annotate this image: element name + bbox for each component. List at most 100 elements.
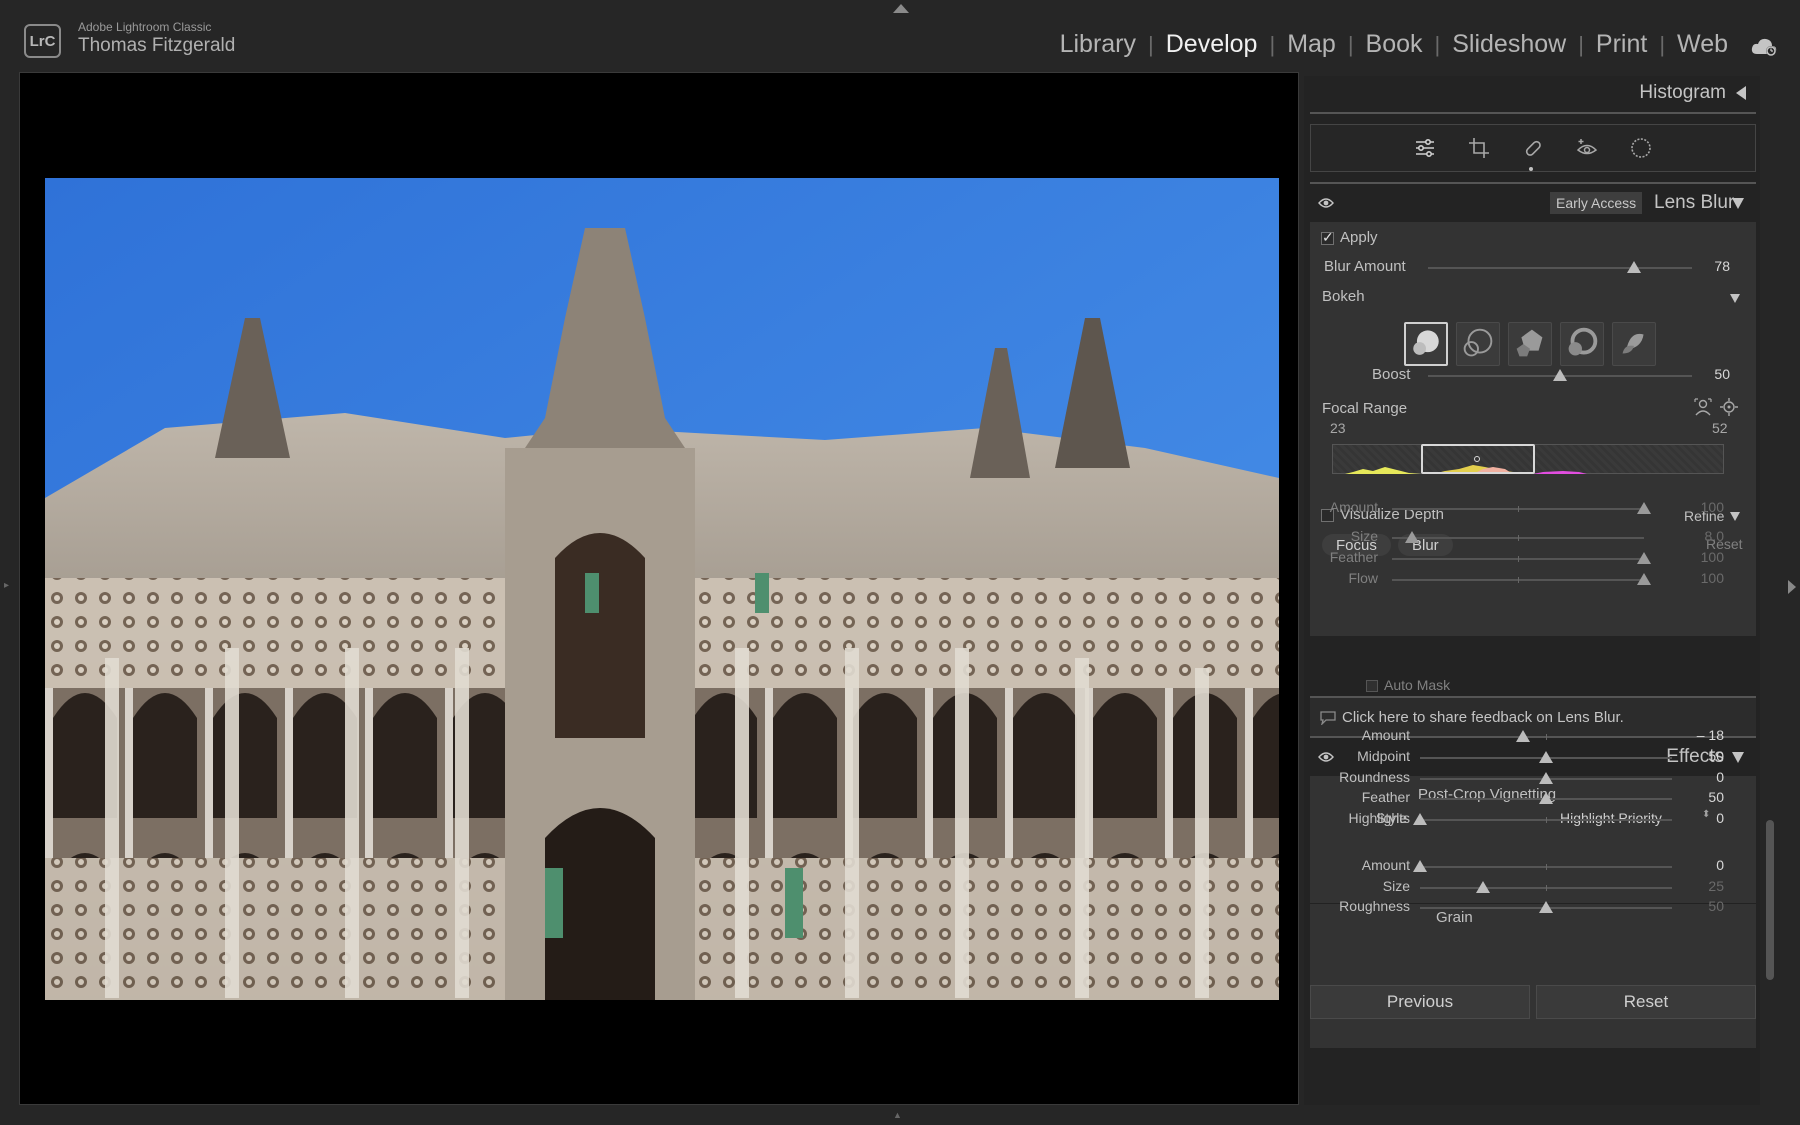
module-slideshow[interactable]: Slideshow xyxy=(1452,30,1566,59)
refine-collapse-icon[interactable] xyxy=(1730,512,1740,521)
slider-value[interactable]: 100 xyxy=(1674,570,1724,586)
slider-track[interactable] xyxy=(1420,881,1672,893)
slider-label: Roundness xyxy=(1339,769,1410,785)
slider-track[interactable] xyxy=(1392,531,1644,543)
slider-track[interactable] xyxy=(1392,552,1651,564)
slider-thumb[interactable] xyxy=(1637,573,1651,585)
lens-blur-collapse-icon[interactable] xyxy=(1732,198,1744,209)
slider-value[interactable]: 25 xyxy=(1674,878,1724,894)
early-access-badge: Early Access xyxy=(1550,192,1643,214)
reset-button[interactable]: Reset xyxy=(1536,985,1756,1019)
blur-amount-slider[interactable] xyxy=(1428,261,1692,273)
focal-range-min: 23 xyxy=(1330,420,1346,436)
slider-value[interactable]: 100 xyxy=(1674,549,1724,565)
slider-value[interactable]: 8.0 xyxy=(1674,528,1724,544)
slider-thumb[interactable] xyxy=(1637,552,1651,564)
grain-title: Grain xyxy=(1436,909,1473,926)
photo-preview[interactable] xyxy=(45,178,1279,1000)
bokeh-cat-eye-button[interactable] xyxy=(1612,322,1656,366)
subject-select-icon[interactable] xyxy=(1694,398,1712,416)
blur-amount-value[interactable]: 78 xyxy=(1680,258,1730,274)
cloud-sync-icon[interactable] xyxy=(1750,36,1778,58)
healing-bandage-icon[interactable] xyxy=(1522,137,1544,159)
slider-label: Amount xyxy=(1361,857,1410,873)
slider-track[interactable] xyxy=(1392,502,1651,514)
expand-right-panel-icon[interactable] xyxy=(1788,580,1796,594)
edit-sliders-icon[interactable] xyxy=(1414,137,1436,159)
slider-value[interactable]: 50 xyxy=(1674,748,1724,764)
slider-thumb[interactable] xyxy=(1539,751,1553,763)
auto-mask-checkbox[interactable] xyxy=(1366,680,1378,692)
blur-amount-thumb[interactable] xyxy=(1626,261,1641,273)
boost-value[interactable]: 50 xyxy=(1680,366,1730,382)
user-name[interactable]: Thomas Fitzgerald xyxy=(78,35,235,57)
previous-button[interactable]: Previous xyxy=(1310,985,1530,1019)
slider-thumb[interactable] xyxy=(1539,792,1553,804)
slider-value[interactable]: – 18 xyxy=(1674,727,1724,743)
depth-histogram[interactable] xyxy=(1332,444,1724,474)
boost-slider[interactable] xyxy=(1428,369,1692,381)
style-dropdown[interactable]: Highlight Priority xyxy=(1560,810,1662,826)
lens-blur-header[interactable]: Early Access Lens Blur xyxy=(1308,186,1760,220)
panel-scrollbar[interactable] xyxy=(1766,820,1774,980)
module-separator: | xyxy=(1434,31,1441,57)
red-eye-icon[interactable] xyxy=(1576,137,1598,159)
slider-thumb[interactable] xyxy=(1637,502,1651,514)
slider-center-tick xyxy=(1518,506,1519,512)
slider-thumb[interactable] xyxy=(1539,901,1553,913)
feedback-link[interactable]: Click here to share feedback on Lens Blu… xyxy=(1342,709,1624,726)
slider-track[interactable] xyxy=(1413,860,1672,872)
focal-range-center-handle[interactable] xyxy=(1474,456,1480,462)
develop-tool-strip xyxy=(1310,124,1756,172)
slider-value[interactable]: 0 xyxy=(1674,810,1724,826)
slider-track[interactable] xyxy=(1420,772,1672,784)
point-select-icon[interactable] xyxy=(1720,398,1738,416)
slider-track[interactable] xyxy=(1420,730,1672,742)
module-book[interactable]: Book xyxy=(1366,30,1423,59)
active-tool-indicator xyxy=(1529,167,1533,171)
bokeh-ring-button[interactable] xyxy=(1560,322,1604,366)
crop-icon[interactable] xyxy=(1468,137,1490,159)
image-viewer[interactable] xyxy=(19,72,1299,1105)
slider-thumb[interactable] xyxy=(1405,531,1420,543)
masking-icon[interactable] xyxy=(1630,137,1652,159)
slider-thumb[interactable] xyxy=(1413,813,1427,825)
histogram-collapse-icon[interactable] xyxy=(1736,86,1746,100)
filmstrip-toggle-icon[interactable]: ▲ xyxy=(893,1110,902,1120)
bokeh-circle-button[interactable] xyxy=(1404,322,1448,366)
slider-value[interactable]: 50 xyxy=(1674,789,1724,805)
slider-track[interactable] xyxy=(1420,901,1672,913)
module-map[interactable]: Map xyxy=(1287,30,1336,59)
slider-center-tick xyxy=(1546,817,1547,823)
slider-value[interactable]: 0 xyxy=(1674,769,1724,785)
apply-checkbox[interactable] xyxy=(1321,229,1334,246)
module-web[interactable]: Web xyxy=(1677,30,1728,59)
module-library[interactable]: Library xyxy=(1060,30,1136,59)
speech-bubble-icon xyxy=(1320,711,1336,725)
slider-thumb[interactable] xyxy=(1539,772,1553,784)
bokeh-5-blade-button[interactable] xyxy=(1508,322,1552,366)
bokeh-collapse-icon[interactable] xyxy=(1730,294,1740,303)
collapse-top-panel-icon[interactable] xyxy=(893,4,909,13)
slider-value[interactable]: 0 xyxy=(1674,857,1724,873)
slider-label: Roughness xyxy=(1339,898,1410,914)
effects-collapse-icon[interactable] xyxy=(1732,752,1744,763)
slider-track[interactable] xyxy=(1420,792,1672,804)
boost-thumb[interactable] xyxy=(1553,369,1567,381)
slider-track[interactable] xyxy=(1413,813,1672,825)
slider-track[interactable] xyxy=(1420,751,1672,763)
slider-thumb[interactable] xyxy=(1413,860,1427,872)
bokeh-bubble-button[interactable] xyxy=(1456,322,1500,366)
slider-track[interactable] xyxy=(1392,573,1651,585)
module-print[interactable]: Print xyxy=(1596,30,1647,59)
slider-thumb[interactable] xyxy=(1516,730,1531,742)
expand-left-panel-icon[interactable]: ▸ xyxy=(4,580,12,596)
slider-thumb[interactable] xyxy=(1476,881,1490,893)
module-separator: | xyxy=(1347,31,1354,57)
slider-value[interactable]: 100 xyxy=(1674,499,1724,515)
visibility-eye-icon[interactable] xyxy=(1318,197,1334,209)
slider-value[interactable]: 50 xyxy=(1674,898,1724,914)
histogram-header[interactable]: Histogram xyxy=(1308,76,1760,110)
slider-label: Feather xyxy=(1361,789,1410,805)
module-develop[interactable]: Develop xyxy=(1166,30,1258,59)
